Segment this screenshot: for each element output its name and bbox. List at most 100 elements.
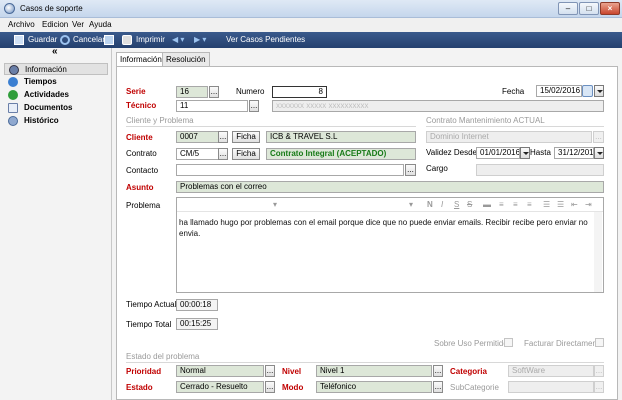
sidebar-item-informacion[interactable]: Información	[4, 63, 108, 75]
numero-field[interactable]: 8	[272, 86, 327, 98]
outdent-icon[interactable]: ⇤	[571, 200, 578, 209]
estado-field[interactable]: Cerrado - Resuelto	[176, 381, 264, 393]
problema-editor[interactable]: ▾ ▾ N I S S ▬ ≡ ≡ ≡ ☰ ☰ ⇤ ⇥ ha llamado h…	[176, 197, 604, 293]
title-bar: Casos de soporte – □ ×	[0, 0, 622, 18]
size-dropdown-icon[interactable]: ▾	[409, 200, 413, 209]
tecnico-name-field: xxxxxxx xxxxx xxxxxxxxxx	[272, 100, 604, 112]
bold-button[interactable]: N	[427, 200, 433, 209]
subcategoria-field[interactable]	[508, 381, 594, 393]
validez-desde-field[interactable]: 01/01/2016	[476, 147, 520, 159]
align-right-icon[interactable]: ≡	[527, 200, 532, 209]
menu-bar: Archivo Edicion Ver Ayuda	[0, 18, 622, 32]
menu-ver[interactable]: Ver	[72, 20, 84, 29]
cliente-lookup-button[interactable]: ...	[218, 131, 228, 143]
mantenimiento-lookup-button[interactable]: ...	[593, 131, 604, 143]
sidebar-item-actividades[interactable]: Actividades	[4, 89, 108, 101]
bullet-list-icon[interactable]: ☰	[543, 200, 550, 209]
hasta-label: Hasta	[530, 148, 551, 157]
cancel-button[interactable]: Cancelar	[73, 35, 105, 44]
modo-lookup-button[interactable]: ...	[433, 381, 443, 393]
underline-button[interactable]: S	[454, 200, 459, 209]
maximize-icon[interactable]: □	[579, 2, 599, 15]
menu-ayuda[interactable]: Ayuda	[89, 20, 112, 29]
info-icon	[9, 65, 19, 75]
font-dropdown-icon[interactable]: ▾	[273, 200, 277, 209]
categoria-field[interactable]: SoftWare	[508, 365, 594, 377]
problema-label: Problema	[126, 201, 161, 210]
contrato-lookup-button[interactable]: ...	[218, 148, 228, 160]
print-button[interactable]: Imprimir	[136, 35, 165, 44]
strikethrough-button[interactable]: S	[467, 200, 472, 209]
tab-informacion[interactable]: Información	[116, 52, 166, 67]
save-icon[interactable]	[14, 35, 24, 45]
nivel-lookup-button[interactable]: ...	[433, 365, 443, 377]
validez-desde-dropdown[interactable]	[520, 147, 530, 159]
problema-text[interactable]: ha llamado hugo por problemas con el ema…	[179, 217, 589, 239]
contacto-label: Contacto	[126, 166, 159, 175]
section-cliente-problema: Cliente y Problema	[126, 116, 194, 125]
editor-scrollbar[interactable]	[594, 212, 602, 292]
subcategoria-lookup-button[interactable]: ...	[594, 381, 604, 393]
tab-resolucion[interactable]: Resolución	[162, 52, 210, 66]
sobre-uso-checkbox[interactable]	[504, 338, 513, 347]
close-icon[interactable]: ×	[600, 2, 620, 15]
serie-field[interactable]: 16	[176, 86, 208, 98]
calendar-icon[interactable]	[582, 85, 593, 97]
contacto-field[interactable]	[176, 164, 404, 176]
cancel-icon[interactable]	[60, 35, 70, 45]
divider	[126, 126, 416, 127]
sidebar-item-label: Tiempos	[24, 77, 57, 86]
collapse-icon[interactable]: «	[52, 46, 58, 57]
sidebar: « Información Tiempos Actividades Docume…	[0, 46, 112, 400]
categoria-lookup-button[interactable]: ...	[594, 365, 604, 377]
print-icon[interactable]	[122, 35, 132, 45]
fecha-label: Fecha	[502, 87, 525, 96]
font-color-icon[interactable]: ▬	[483, 200, 491, 209]
modo-field[interactable]: Teléfonico	[316, 381, 432, 393]
align-center-icon[interactable]: ≡	[513, 200, 518, 209]
app-icon	[4, 3, 15, 14]
mantenimiento-field: Dominio Internet	[426, 131, 592, 143]
indent-icon[interactable]: ⇥	[585, 200, 592, 209]
contrato-label: Contrato	[126, 149, 157, 158]
contrato-ficha-button[interactable]: Ficha	[232, 148, 260, 160]
sidebar-item-documentos[interactable]: Documentos	[4, 102, 108, 114]
menu-edicion[interactable]: Edicion	[42, 20, 68, 29]
save-button[interactable]: Guardar	[28, 35, 57, 44]
italic-button[interactable]: I	[441, 200, 443, 209]
cliente-ficha-button[interactable]: Ficha	[232, 131, 260, 143]
menu-archivo[interactable]: Archivo	[8, 20, 35, 29]
nivel-label: Nivel	[282, 367, 302, 376]
sidebar-item-label: Documentos	[24, 103, 73, 112]
sidebar-item-tiempos[interactable]: Tiempos	[4, 76, 108, 88]
facturar-checkbox[interactable]	[595, 338, 604, 347]
prioridad-field[interactable]: Normal	[176, 365, 264, 377]
fecha-dropdown[interactable]	[594, 85, 604, 97]
clock-icon	[8, 77, 18, 87]
tiempo-total-field: 00:15:25	[176, 318, 218, 330]
nivel-field[interactable]: Nivel 1	[316, 365, 432, 377]
serie-lookup-button[interactable]: ...	[209, 86, 219, 98]
hasta-dropdown[interactable]	[594, 147, 604, 159]
estado-lookup-button[interactable]: ...	[265, 381, 275, 393]
contacto-lookup-button[interactable]: ...	[405, 164, 416, 176]
prioridad-lookup-button[interactable]: ...	[265, 365, 275, 377]
numbered-list-icon[interactable]: ☰	[557, 200, 564, 209]
asunto-field[interactable]: Problemas con el correo	[176, 181, 604, 193]
align-left-icon[interactable]: ≡	[499, 200, 504, 209]
tecnico-field[interactable]: 11	[176, 100, 248, 112]
prev-arrow-icon[interactable]: ◀ ▾	[172, 35, 184, 44]
copy-icon[interactable]	[104, 35, 114, 45]
fecha-field[interactable]: 15/02/2016	[536, 85, 582, 97]
pending-cases-button[interactable]: Ver Casos Pendientes	[226, 35, 305, 44]
minimize-icon[interactable]: –	[558, 2, 578, 15]
history-icon	[8, 116, 18, 126]
tiempo-actual-label: Tiempo Actual	[126, 300, 177, 309]
cargo-field	[476, 164, 604, 176]
sidebar-item-historico[interactable]: Histórico	[4, 115, 108, 127]
window-title: Casos de soporte	[20, 4, 83, 13]
next-arrow-icon[interactable]: ▶ ▾	[194, 35, 206, 44]
editor-toolbar: ▾ ▾ N I S S ▬ ≡ ≡ ≡ ☰ ☰ ⇤ ⇥	[177, 198, 603, 212]
tecnico-lookup-button[interactable]: ...	[249, 100, 259, 112]
hasta-field[interactable]: 31/12/2016	[554, 147, 594, 159]
